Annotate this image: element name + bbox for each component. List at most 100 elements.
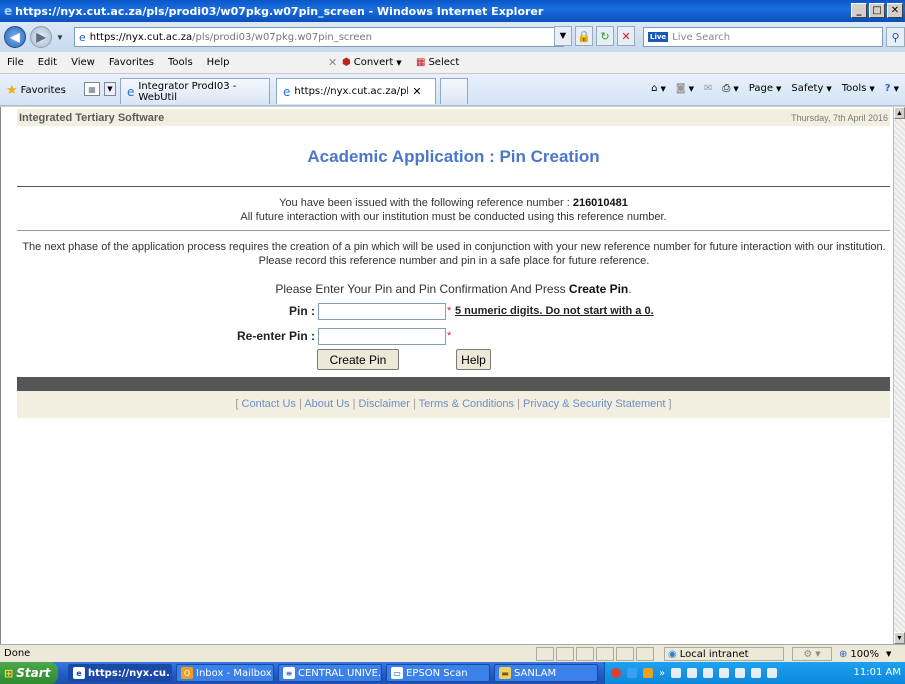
menu-edit[interactable]: Edit <box>31 57 64 68</box>
status-pane <box>616 647 634 661</box>
tab-close-icon[interactable]: ✕ <box>412 85 421 98</box>
chrome-icon[interactable] <box>611 668 621 678</box>
menu-tools[interactable]: Tools <box>161 57 200 68</box>
network-icon[interactable] <box>751 668 762 678</box>
close-button[interactable]: ✕ <box>887 3 903 18</box>
outlook-tray-icon[interactable] <box>643 668 653 678</box>
menu-favorites[interactable]: Favorites <box>102 57 161 68</box>
tab-list-icon[interactable]: ▼ <box>104 82 116 96</box>
protected-mode-icon: ⚙ <box>803 648 813 660</box>
tray-app-icon[interactable] <box>687 668 698 678</box>
tab-active[interactable]: e https://nyx.cut.ac.za/pls... ✕ <box>276 78 436 104</box>
menu-view[interactable]: View <box>64 57 102 68</box>
task-outlook[interactable]: O Inbox - Mailbox ... <box>176 664 274 682</box>
search-icon[interactable]: ⚲ <box>886 27 905 47</box>
zoom-control[interactable]: ⊕ 100% ▼ <box>836 647 902 661</box>
task-folder[interactable]: ▬ SANLAM <box>494 664 598 682</box>
stop-icon[interactable]: ✕ <box>617 26 635 46</box>
divider <box>17 230 890 231</box>
tab-label: https://nyx.cut.ac.za/pls... <box>294 86 409 97</box>
new-tab-button[interactable] <box>440 78 468 104</box>
menu-file[interactable]: File <box>0 57 31 68</box>
minimize-button[interactable]: _ <box>851 3 867 18</box>
favorites-button[interactable]: ★ Favorites <box>6 83 66 98</box>
help-button[interactable]: Help <box>456 349 491 370</box>
search-input[interactable]: Live Live Search <box>643 27 883 47</box>
protected-mode-button[interactable]: ⚙ ▼ <box>792 647 832 661</box>
print-button[interactable]: ⎙ ▼ <box>722 83 738 94</box>
volume-icon[interactable] <box>767 668 778 678</box>
start-button[interactable]: ⊞ Start <box>0 662 58 684</box>
brand-name: Integrated Tertiary Software <box>19 111 165 124</box>
task-label: SANLAM <box>514 667 557 679</box>
task-document[interactable]: ≡ CENTRAL UNIVE... <box>278 664 382 682</box>
chevron-down-icon: ▼ <box>660 84 666 93</box>
home-button[interactable]: ⌂ ▼ <box>651 83 666 94</box>
about-us-link[interactable]: About Us <box>304 398 349 410</box>
select-icon: ▦ <box>416 57 426 68</box>
footer-divider <box>17 377 890 391</box>
toolbar-close-icon[interactable]: ✕ <box>328 56 337 69</box>
task-ie[interactable]: e https://nyx.cu... <box>68 664 172 682</box>
tray-app-icon[interactable] <box>719 668 730 678</box>
scroll-down-icon[interactable]: ▼ <box>894 632 905 644</box>
ie-tray-icon[interactable] <box>627 668 637 678</box>
chevron-down-icon: ▼ <box>869 84 875 93</box>
pin-required-mark: * <box>447 305 452 317</box>
security-zone[interactable]: ◉ Local intranet <box>664 647 784 661</box>
mail-icon: ✉ <box>703 83 713 94</box>
task-epson[interactable]: ▭ EPSON Scan <box>386 664 490 682</box>
refresh-icon[interactable]: ↻ <box>596 26 614 46</box>
address-dropdown-icon[interactable]: ▼ <box>554 26 572 46</box>
maximize-button[interactable]: □ <box>869 3 885 18</box>
tools-menu-label: Tools <box>841 83 867 94</box>
clock[interactable]: 11:01 AM <box>854 667 901 678</box>
vertical-scrollbar[interactable]: ▲ ▼ <box>893 107 905 644</box>
tools-menu[interactable]: Tools ▼ <box>842 83 875 94</box>
ie-window: e https://nyx.cut.ac.za/pls/prodi03/w07p… <box>0 0 905 684</box>
mail-button[interactable]: ✉ <box>704 83 712 94</box>
terms-link[interactable]: Terms & Conditions <box>419 398 514 410</box>
help-menu[interactable]: ? ▼ <box>885 83 899 94</box>
footer-sep: | <box>412 398 416 410</box>
tray-app-icon[interactable] <box>735 668 746 678</box>
expand-tray-icon[interactable]: » <box>659 668 665 679</box>
forward-button[interactable]: ▶ <box>30 26 52 48</box>
scanner-icon: ▭ <box>391 667 403 679</box>
lock-icon[interactable]: 🔒 <box>575 26 593 46</box>
convert-button[interactable]: ⬢ Convert ▼ <box>342 57 402 68</box>
footer-links: [ Contact Us | About Us | Disclaimer | T… <box>17 391 890 418</box>
footer-sep: | <box>517 398 520 410</box>
scroll-up-icon[interactable]: ▲ <box>894 107 905 119</box>
chevron-down-icon: ▼ <box>733 84 739 93</box>
reference-line: You have been issued with the following … <box>17 197 890 209</box>
page-menu[interactable]: Page ▼ <box>749 83 782 94</box>
menu-help[interactable]: Help <box>200 57 237 68</box>
safety-menu[interactable]: Safety ▼ <box>791 83 831 94</box>
ie-icon: e <box>283 84 291 99</box>
tab-integrator[interactable]: e Integrator ProdI03 - WebUtil <box>120 78 270 104</box>
reference-note: All future interaction with our institut… <box>240 211 667 223</box>
tray-app-icon[interactable] <box>703 668 714 678</box>
feeds-button[interactable]: ◙ ▼ <box>676 83 694 94</box>
address-input[interactable]: e https://nyx.cut.ac.za/pls/prodi03/w07p… <box>74 27 564 47</box>
quick-tabs-icon[interactable]: ▦ <box>84 82 100 96</box>
pin-input[interactable] <box>318 303 446 320</box>
footer-sep: | <box>299 398 302 410</box>
select-button[interactable]: ▦ Select <box>416 57 459 68</box>
folder-icon: ▬ <box>499 667 511 679</box>
create-pin-button[interactable]: Create Pin <box>317 349 399 370</box>
reenter-pin-input[interactable] <box>318 328 446 345</box>
disclaimer-link[interactable]: Disclaimer <box>359 398 410 410</box>
privacy-link[interactable]: Privacy & Security Statement <box>523 398 665 410</box>
history-dropdown-icon[interactable]: ▼ <box>56 33 64 42</box>
phase-text: The next phase of the application proces… <box>22 241 886 267</box>
safety-menu-label: Safety <box>791 83 824 94</box>
url-host: https://nyx.cut.ac.za <box>89 31 193 43</box>
pin-label: Pin : <box>289 304 315 318</box>
back-button[interactable]: ◀ <box>4 26 26 48</box>
contact-us-link[interactable]: Contact Us <box>242 398 296 410</box>
footer-sep: | <box>352 398 356 410</box>
tray-app-icon[interactable] <box>671 668 682 678</box>
live-search-icon: Live <box>648 32 669 42</box>
